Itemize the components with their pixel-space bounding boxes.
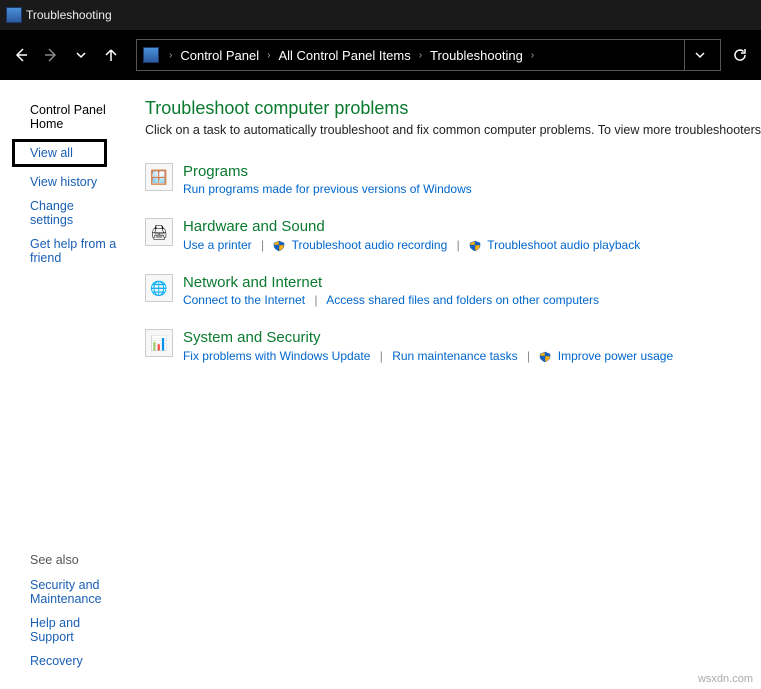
- back-button[interactable]: [6, 40, 36, 70]
- app-icon: [6, 7, 22, 23]
- category-programs: 🪟 Programs Run programs made for previou…: [145, 163, 761, 196]
- shield-icon: [539, 351, 551, 366]
- separator: |: [255, 238, 270, 252]
- link-maintenance[interactable]: Run maintenance tasks: [392, 349, 517, 363]
- separator: |: [451, 238, 466, 252]
- refresh-button[interactable]: [725, 40, 755, 70]
- sidebar-control-panel-home[interactable]: Control Panel Home: [0, 98, 119, 136]
- category-hardware-title[interactable]: Hardware and Sound: [183, 218, 761, 235]
- link-windows-update[interactable]: Fix problems with Windows Update: [183, 349, 370, 363]
- separator: |: [374, 349, 389, 363]
- recent-dropdown-button[interactable]: [66, 40, 96, 70]
- separator: |: [521, 349, 536, 363]
- category-system: 📊 System and Security Fix problems with …: [145, 329, 761, 363]
- shield-icon: [469, 240, 481, 255]
- see-also-header: See also: [0, 547, 119, 573]
- address-dropdown-button[interactable]: [684, 39, 714, 71]
- see-also-section: See also Security and Maintenance Help a…: [0, 547, 119, 689]
- breadcrumb-troubleshooting[interactable]: Troubleshooting: [428, 48, 525, 63]
- link-audio-playback[interactable]: Troubleshoot audio playback: [487, 238, 640, 252]
- chevron-right-icon[interactable]: ›: [261, 50, 276, 61]
- page-title: Troubleshoot computer problems: [145, 98, 761, 119]
- category-hardware: 🖨 Hardware and Sound Use a printer | Tro…: [145, 218, 761, 252]
- sidebar: Control Panel Home View all View history…: [0, 80, 119, 689]
- nav-row: › Control Panel › All Control Panel Item…: [0, 30, 761, 80]
- sidebar-get-help[interactable]: Get help from a friend: [0, 232, 119, 270]
- hardware-icon: 🖨: [145, 218, 173, 246]
- window-title: Troubleshooting: [26, 8, 112, 22]
- sidebar-view-history[interactable]: View history: [0, 170, 119, 194]
- address-bar[interactable]: › Control Panel › All Control Panel Item…: [136, 39, 721, 71]
- main-content: Troubleshoot computer problems Click on …: [119, 80, 761, 689]
- breadcrumb-all-items[interactable]: All Control Panel Items: [276, 48, 412, 63]
- sidebar-view-all[interactable]: View all: [12, 139, 107, 167]
- link-shared-files[interactable]: Access shared files and folders on other…: [326, 293, 599, 307]
- sidebar-security-maintenance[interactable]: Security and Maintenance: [0, 573, 119, 611]
- link-power-usage[interactable]: Improve power usage: [558, 349, 673, 363]
- programs-icon: 🪟: [145, 163, 173, 191]
- link-use-printer[interactable]: Use a printer: [183, 238, 252, 252]
- up-button[interactable]: [96, 40, 126, 70]
- title-bar: Troubleshooting: [0, 0, 761, 30]
- system-icon: 📊: [145, 329, 173, 357]
- chevron-right-icon[interactable]: ›: [525, 50, 540, 61]
- address-icon: [143, 47, 159, 63]
- watermark: wsxdn.com: [698, 673, 753, 685]
- category-network-title[interactable]: Network and Internet: [183, 274, 761, 291]
- forward-button[interactable]: [36, 40, 66, 70]
- chevron-right-icon[interactable]: ›: [413, 50, 428, 61]
- shield-icon: [273, 240, 285, 255]
- link-connect-internet[interactable]: Connect to the Internet: [183, 293, 305, 307]
- category-system-title[interactable]: System and Security: [183, 329, 761, 346]
- category-network: 🌐 Network and Internet Connect to the In…: [145, 274, 761, 307]
- network-icon: 🌐: [145, 274, 173, 302]
- category-programs-title[interactable]: Programs: [183, 163, 761, 180]
- breadcrumb-control-panel[interactable]: Control Panel: [178, 48, 261, 63]
- link-audio-recording[interactable]: Troubleshoot audio recording: [292, 238, 448, 252]
- sidebar-help-support[interactable]: Help and Support: [0, 611, 119, 649]
- separator: |: [308, 293, 323, 307]
- sidebar-change-settings[interactable]: Change settings: [0, 194, 119, 232]
- chevron-right-icon[interactable]: ›: [163, 50, 178, 61]
- link-run-previous-versions[interactable]: Run programs made for previous versions …: [183, 182, 472, 196]
- page-description: Click on a task to automatically trouble…: [145, 123, 761, 137]
- sidebar-recovery[interactable]: Recovery: [0, 649, 119, 673]
